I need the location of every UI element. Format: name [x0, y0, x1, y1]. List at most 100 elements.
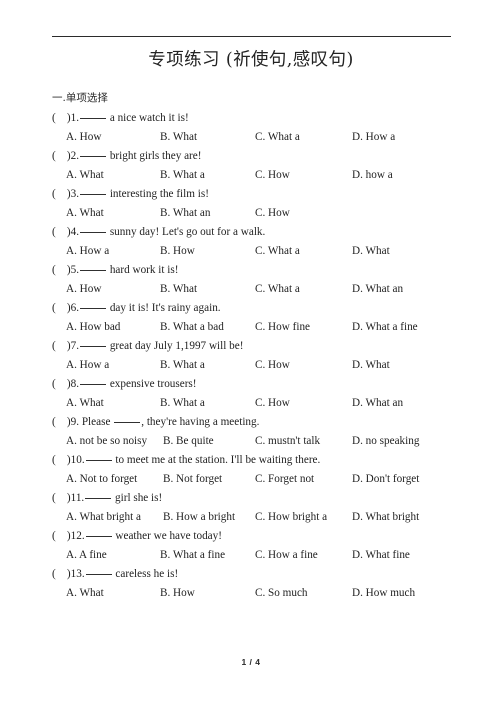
question-marker[interactable]: ( )5. — [52, 264, 79, 276]
option-b[interactable]: B. What a — [160, 166, 205, 185]
answer-blank[interactable] — [80, 346, 107, 347]
option-a[interactable]: A. What — [66, 204, 104, 223]
answer-blank[interactable] — [80, 232, 107, 233]
option-c[interactable]: C. Forget not — [255, 470, 314, 489]
question-marker[interactable]: ( )6. — [52, 302, 79, 314]
option-b[interactable]: B. How — [160, 584, 195, 603]
question-row: ( )12. weather we have today! — [0, 527, 502, 546]
option-d[interactable]: D. What — [352, 356, 390, 375]
option-row: A. What B. What a C. How D. how a — [0, 166, 502, 185]
option-a[interactable]: A. What — [66, 166, 104, 185]
option-b[interactable]: B. What — [160, 280, 197, 299]
option-d[interactable]: D. How a — [352, 128, 395, 147]
question-marker[interactable]: ( )8. — [52, 378, 79, 390]
option-d[interactable]: D. Don't forget — [352, 470, 419, 489]
question-marker[interactable]: ( )12. — [52, 530, 85, 542]
option-c[interactable]: C. mustn't talk — [255, 432, 320, 451]
option-b[interactable]: B. What a — [160, 356, 205, 375]
option-d[interactable]: D. How much — [352, 584, 415, 603]
option-row: A. How B. What C. What a D. How a — [0, 128, 502, 147]
question-text-after-blank: sunny day! Let's go out for a walk. — [107, 226, 266, 238]
answer-blank[interactable] — [80, 308, 107, 309]
option-a[interactable]: A. not be so noisy — [66, 432, 147, 451]
option-c[interactable]: C. What a — [255, 280, 300, 299]
answer-blank[interactable] — [80, 194, 107, 195]
option-c[interactable]: C. How — [255, 394, 290, 413]
option-a[interactable]: A. What — [66, 394, 104, 413]
header-divider — [52, 36, 451, 37]
question-row: ( )6. day it is! It's rainy again. — [0, 299, 502, 318]
option-d[interactable]: D. no speaking — [352, 432, 419, 451]
answer-blank[interactable] — [80, 118, 107, 119]
answer-blank[interactable] — [80, 270, 107, 271]
option-b[interactable]: B. What a bad — [160, 318, 224, 337]
option-d[interactable]: D. What fine — [352, 546, 410, 565]
question-row: ( )4. sunny day! Let's go out for a walk… — [0, 223, 502, 242]
question-marker[interactable]: ( )11. — [52, 492, 84, 504]
option-c[interactable]: C. What a — [255, 242, 300, 261]
option-c[interactable]: C. How bright a — [255, 508, 327, 527]
option-b[interactable]: B. What — [160, 128, 197, 147]
option-d[interactable]: D. how a — [352, 166, 393, 185]
option-a[interactable]: A. Not to forget — [66, 470, 137, 489]
question-stem: ( )1. a nice watch it is! — [52, 109, 189, 128]
option-c[interactable]: C. How fine — [255, 318, 310, 337]
answer-blank[interactable] — [85, 536, 112, 537]
question-marker[interactable]: ( )3. — [52, 188, 79, 200]
option-c[interactable]: C. How — [255, 204, 290, 223]
option-a[interactable]: A. How a — [66, 242, 109, 261]
question-stem: ( )2. bright girls they are! — [52, 147, 201, 166]
answer-blank[interactable] — [85, 498, 112, 499]
answer-blank[interactable] — [80, 384, 107, 385]
question-stem: ( )12. weather we have today! — [52, 527, 222, 546]
option-d[interactable]: D. What an — [352, 280, 403, 299]
option-row: A. How B. What C. What a D. What an — [0, 280, 502, 299]
question-marker[interactable]: ( )7. — [52, 340, 79, 352]
option-b[interactable]: B. Not forget — [163, 470, 222, 489]
option-c[interactable]: C. What a — [255, 128, 300, 147]
option-a[interactable]: A. How — [66, 280, 101, 299]
question-stem: ( )10. to meet me at the station. I'll b… — [52, 451, 320, 470]
question-marker[interactable]: ( )1. — [52, 112, 79, 124]
option-b[interactable]: B. What a — [160, 394, 205, 413]
page-number-footer: 1 / 4 — [241, 657, 261, 667]
answer-blank[interactable] — [85, 460, 112, 461]
option-c[interactable]: C. How a fine — [255, 546, 318, 565]
question-text-after-blank: interesting the film is! — [107, 188, 209, 200]
option-d[interactable]: D. What — [352, 242, 390, 261]
option-a[interactable]: A. How a — [66, 356, 109, 375]
option-a[interactable]: A. A fine — [66, 546, 107, 565]
question-text-after-blank: hard work it is! — [107, 264, 179, 276]
question-text-after-blank: expensive trousers! — [107, 378, 197, 390]
option-a[interactable]: A. How — [66, 128, 101, 147]
answer-blank[interactable] — [80, 156, 107, 157]
option-a[interactable]: A. What bright a — [66, 508, 141, 527]
document-page: 专项练习 (祈使句,感叹句) 一.单项选择 ( )1. a nice watch… — [0, 0, 502, 708]
option-b[interactable]: B. How a bright — [163, 508, 235, 527]
question-stem: ( )7. great day July 1,1997 will be! — [52, 337, 243, 356]
question-marker[interactable]: ( )4. — [52, 226, 79, 238]
question-marker[interactable]: ( )9. — [52, 416, 79, 428]
answer-blank[interactable] — [85, 574, 112, 575]
option-a[interactable]: A. What — [66, 584, 104, 603]
option-d[interactable]: D. What an — [352, 394, 403, 413]
option-b[interactable]: B. Be quite — [163, 432, 214, 451]
question-marker[interactable]: ( )13. — [52, 568, 85, 580]
option-b[interactable]: B. What an — [160, 204, 210, 223]
option-d[interactable]: D. What a fine — [352, 318, 418, 337]
option-row: A. What bright a B. How a bright C. How br… — [0, 508, 502, 527]
question-row: ( )11. girl she is! — [0, 489, 502, 508]
option-c[interactable]: C. How — [255, 356, 290, 375]
option-c[interactable]: C. How — [255, 166, 290, 185]
option-c[interactable]: C. So much — [255, 584, 308, 603]
question-text-after-blank: girl she is! — [112, 492, 163, 504]
question-marker[interactable]: ( )2. — [52, 150, 79, 162]
question-row: ( )9. Please , they're having a meeting. — [0, 413, 502, 432]
answer-blank[interactable] — [114, 422, 141, 423]
option-b[interactable]: B. How — [160, 242, 195, 261]
option-b[interactable]: B. What a fine — [160, 546, 225, 565]
option-d[interactable]: D. What bright — [352, 508, 419, 527]
option-a[interactable]: A. How bad — [66, 318, 120, 337]
question-stem: ( )3. interesting the film is! — [52, 185, 209, 204]
question-marker[interactable]: ( )10. — [52, 454, 85, 466]
